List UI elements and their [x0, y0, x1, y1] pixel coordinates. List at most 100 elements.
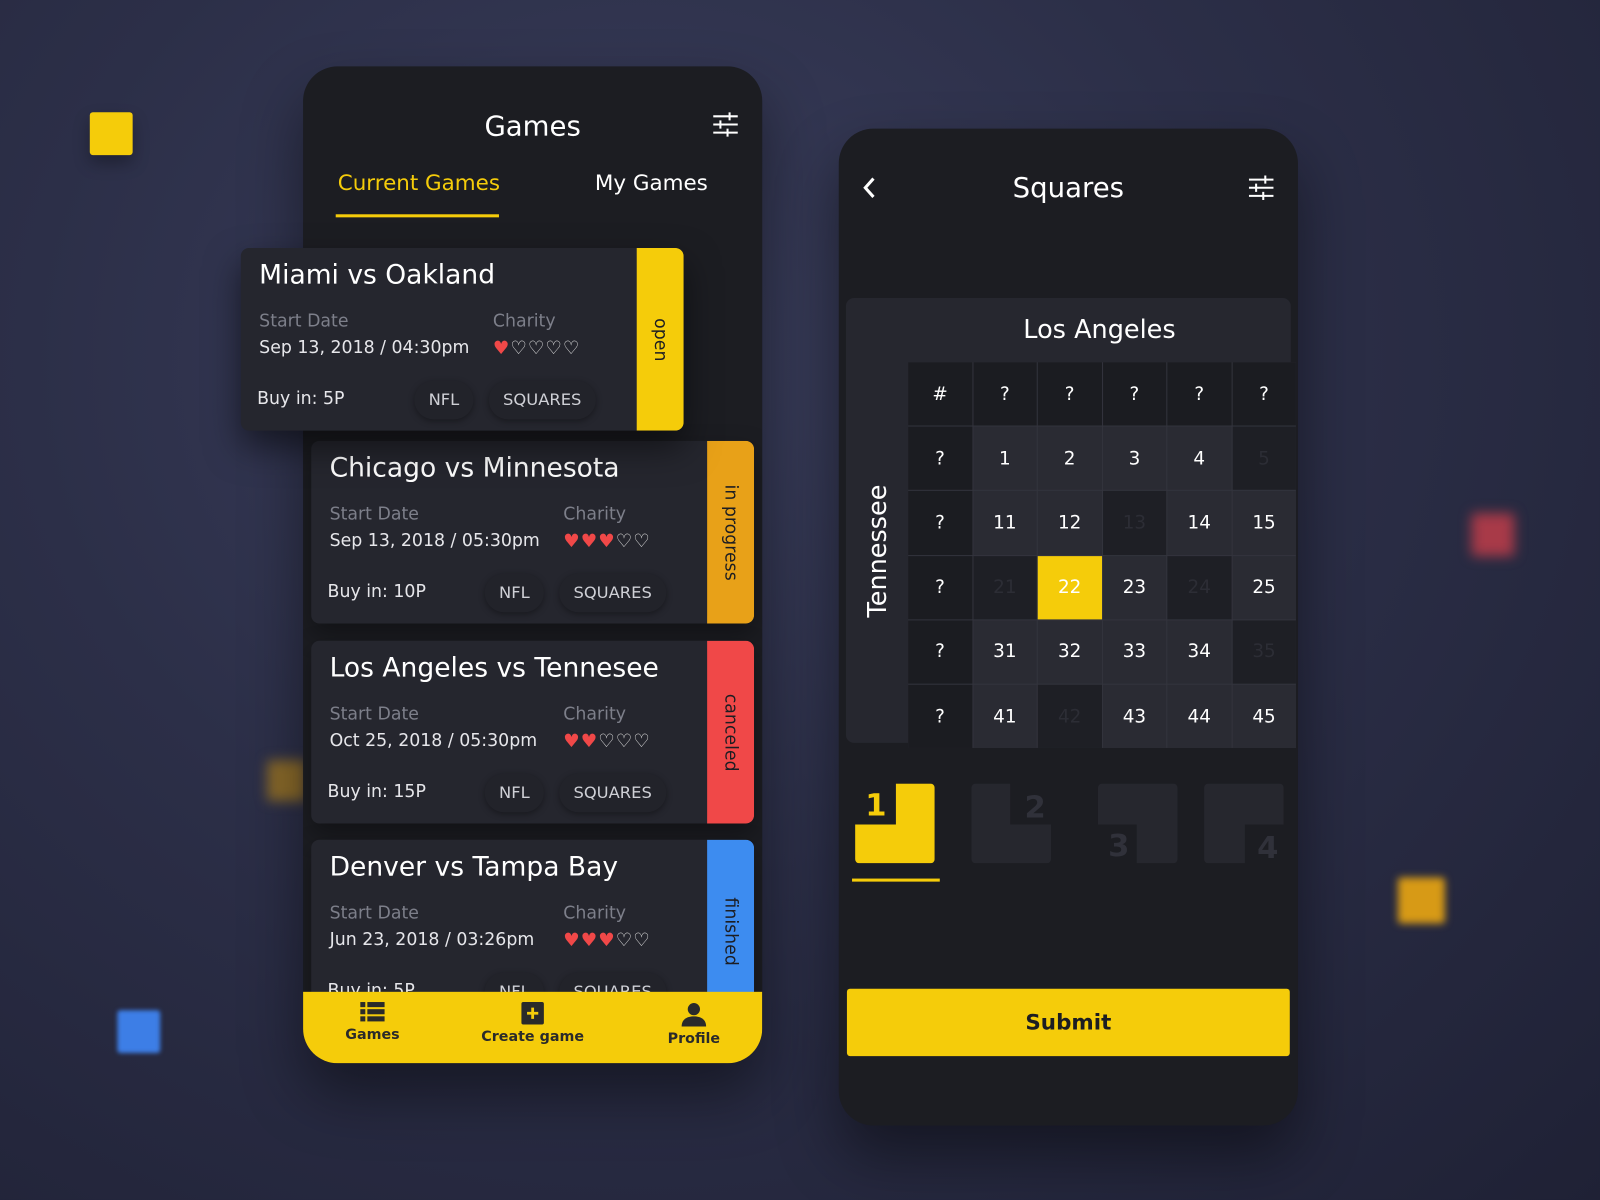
sliders-icon[interactable] [1248, 175, 1275, 200]
start-date-label: Start Date [329, 704, 419, 725]
charity-rating: ♥♥♥♡♡ [563, 531, 650, 552]
charity-label: Charity [492, 311, 556, 332]
nav-create-game[interactable]: Create game [477, 1002, 589, 1045]
background: Games Current Games My Games Chicago vs … [0, 0, 1600, 1200]
heart-filled-icon: ♥ [563, 929, 581, 952]
quarter-number: 2 [1024, 789, 1046, 826]
bottom-nav: Games Create game Profile [303, 991, 763, 1064]
nav-games[interactable]: Games [342, 1002, 403, 1043]
grid-cell[interactable]: 2 [1037, 426, 1102, 491]
decor-square [267, 760, 307, 802]
heart-outline-icon: ♡ [633, 929, 651, 952]
status-badge: in progress [707, 440, 755, 624]
tab-current-games[interactable]: Current Games [338, 170, 500, 194]
league-tag[interactable]: NFL [484, 573, 544, 613]
charity-label: Charity [563, 504, 627, 525]
decor-square [1397, 877, 1445, 924]
decor-square [117, 1010, 161, 1054]
heart-outline-icon: ♡ [615, 530, 634, 553]
squares-screen: Squares Los Angeles Tennessee #?????? 1 2 3… [838, 128, 1298, 1126]
heart-outline-icon: ♡ [633, 530, 651, 553]
start-date-value: Jun 23, 2018 / 03:26pm [329, 929, 535, 950]
start-date-value: Oct 25, 2018 / 05:30pm [329, 730, 538, 752]
games-screen: Games Current Games My Games Chicago vs … [303, 66, 763, 1064]
grid-row-header: ? [908, 491, 972, 555]
game-card[interactable]: Los Angeles vs Tennesee Start Date Oct 2… [311, 640, 755, 824]
status-badge: open [636, 247, 684, 431]
quarter-3-tab[interactable]: 3 [1097, 783, 1178, 865]
list-icon [360, 1002, 385, 1022]
game-card[interactable]: Chicago vs Minnesota Start Date Sep 13, … [311, 440, 755, 624]
grid-row-header: ? [908, 555, 972, 620]
grid-header-cell: ? [1102, 362, 1167, 426]
grid-cell[interactable]: 11 [972, 491, 1037, 555]
charity-label: Charity [563, 704, 627, 725]
grid-cell[interactable]: 1 [972, 426, 1037, 491]
quarter-1-tab[interactable]: 1 [855, 783, 935, 864]
grid-cell[interactable]: 41 [972, 684, 1037, 749]
heart-outline-icon: ♡ [615, 929, 634, 952]
quarter-4-tab[interactable]: 4 [1204, 783, 1284, 866]
heart-filled-icon: ♥ [580, 929, 599, 952]
grid-cell[interactable]: 43 [1102, 684, 1167, 749]
grid-cell[interactable]: 4 [1167, 426, 1232, 491]
game-title: Los Angeles vs Tennesee [329, 653, 659, 684]
buy-in: Buy in: 5P [257, 388, 345, 410]
heart-filled-icon: ♥ [598, 929, 616, 952]
quarter-number: 1 [865, 787, 887, 824]
league-tag[interactable]: NFL [414, 380, 474, 420]
grid-cell[interactable]: 31 [972, 620, 1037, 684]
grid-cell[interactable]: 3 [1102, 426, 1167, 491]
active-quarter-underline [852, 878, 940, 882]
top-team-label: Los Angeles [1023, 314, 1176, 344]
page-title: Squares [1012, 172, 1125, 205]
grid-cell[interactable]: 15 [1232, 491, 1296, 555]
game-title: Chicago vs Minnesota [329, 453, 620, 484]
game-title: Miami vs Oakland [259, 260, 496, 291]
heart-outline-icon: ♡ [510, 337, 528, 360]
grid-cell[interactable]: 32 [1037, 620, 1102, 684]
grid-cell-selected[interactable]: 22 [1037, 555, 1102, 620]
tab-my-games[interactable]: My Games [595, 170, 708, 194]
grid-cell[interactable]: 33 [1102, 620, 1167, 684]
heart-outline-icon: ♡ [615, 730, 634, 753]
league-tag[interactable]: NFL [484, 773, 544, 813]
submit-button[interactable]: Submit [846, 988, 1290, 1057]
grid-header-cell: # [908, 362, 972, 426]
grid-row-header: ? [908, 426, 972, 491]
charity-label: Charity [563, 903, 627, 924]
grid-cell[interactable]: 14 [1167, 491, 1232, 555]
heart-filled-icon: ♥ [563, 730, 581, 753]
grid-header-cell: ? [1232, 362, 1296, 426]
heart-filled-icon: ♥ [598, 530, 616, 553]
nav-profile[interactable]: Profile [660, 1002, 727, 1047]
quarter-2-tab[interactable]: 2 [971, 783, 1052, 864]
game-type-tag[interactable]: SQUARES [559, 573, 667, 613]
charity-rating: ♥♥♥♡♡ [563, 930, 650, 951]
side-team-label: Tennessee [862, 484, 893, 618]
heart-filled-icon: ♥ [580, 530, 599, 553]
game-card[interactable]: Miami vs Oakland Start Date Sep 13, 2018… [240, 247, 684, 431]
grid-cell-taken: 21 [972, 555, 1037, 620]
squares-board: Los Angeles Tennessee #?????? 1 2 3 4 5? 11 12 1… [845, 297, 1296, 749]
quarter-number: 3 [1108, 828, 1130, 865]
grid-cell[interactable]: 45 [1232, 684, 1296, 749]
start-date-value: Sep 13, 2018 / 05:30pm [329, 530, 540, 552]
grid-cell[interactable]: 44 [1167, 684, 1232, 749]
grid-header-cell: ? [1037, 362, 1102, 426]
grid-header-cell: ? [972, 362, 1037, 426]
start-date-value: Sep 13, 2018 / 04:30pm [259, 337, 470, 359]
game-type-tag[interactable]: SQUARES [559, 773, 667, 813]
grid-cell[interactable]: 25 [1232, 555, 1296, 620]
grid-cell-taken: 13 [1102, 491, 1167, 555]
grid-cell[interactable]: 12 [1037, 491, 1102, 555]
start-date-label: Start Date [259, 311, 349, 332]
grid-cell[interactable]: 23 [1102, 555, 1167, 620]
sliders-icon[interactable] [712, 112, 739, 137]
grid-cell[interactable]: 34 [1167, 620, 1232, 684]
game-type-tag[interactable]: SQUARES [488, 380, 596, 420]
grid-row-header: ? [908, 684, 972, 749]
page-title: Games [484, 111, 581, 143]
charity-rating: ♥♥♡♡♡ [563, 731, 650, 752]
plus-square-icon [521, 1002, 544, 1025]
